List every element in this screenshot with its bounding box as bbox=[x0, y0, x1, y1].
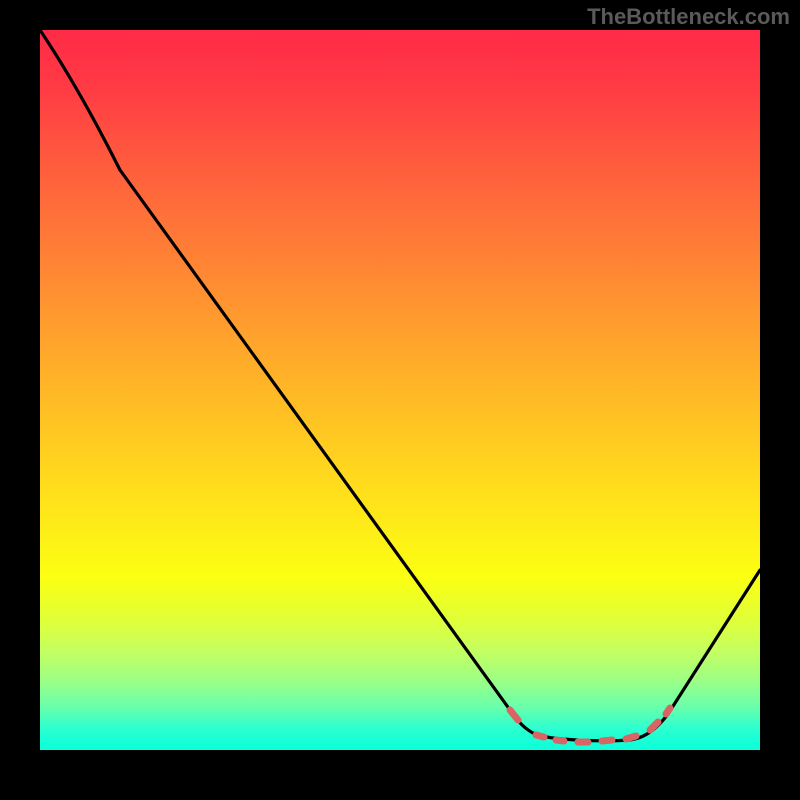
chart-container: TheBottleneck.com line bbox=[0, 0, 800, 800]
plot-area bbox=[40, 30, 760, 750]
watermark-label: TheBottleneck.com bbox=[587, 4, 790, 30]
bottleneck-curve bbox=[40, 30, 760, 741]
curve-layer bbox=[40, 30, 760, 750]
optimal-region-markers bbox=[510, 708, 670, 742]
